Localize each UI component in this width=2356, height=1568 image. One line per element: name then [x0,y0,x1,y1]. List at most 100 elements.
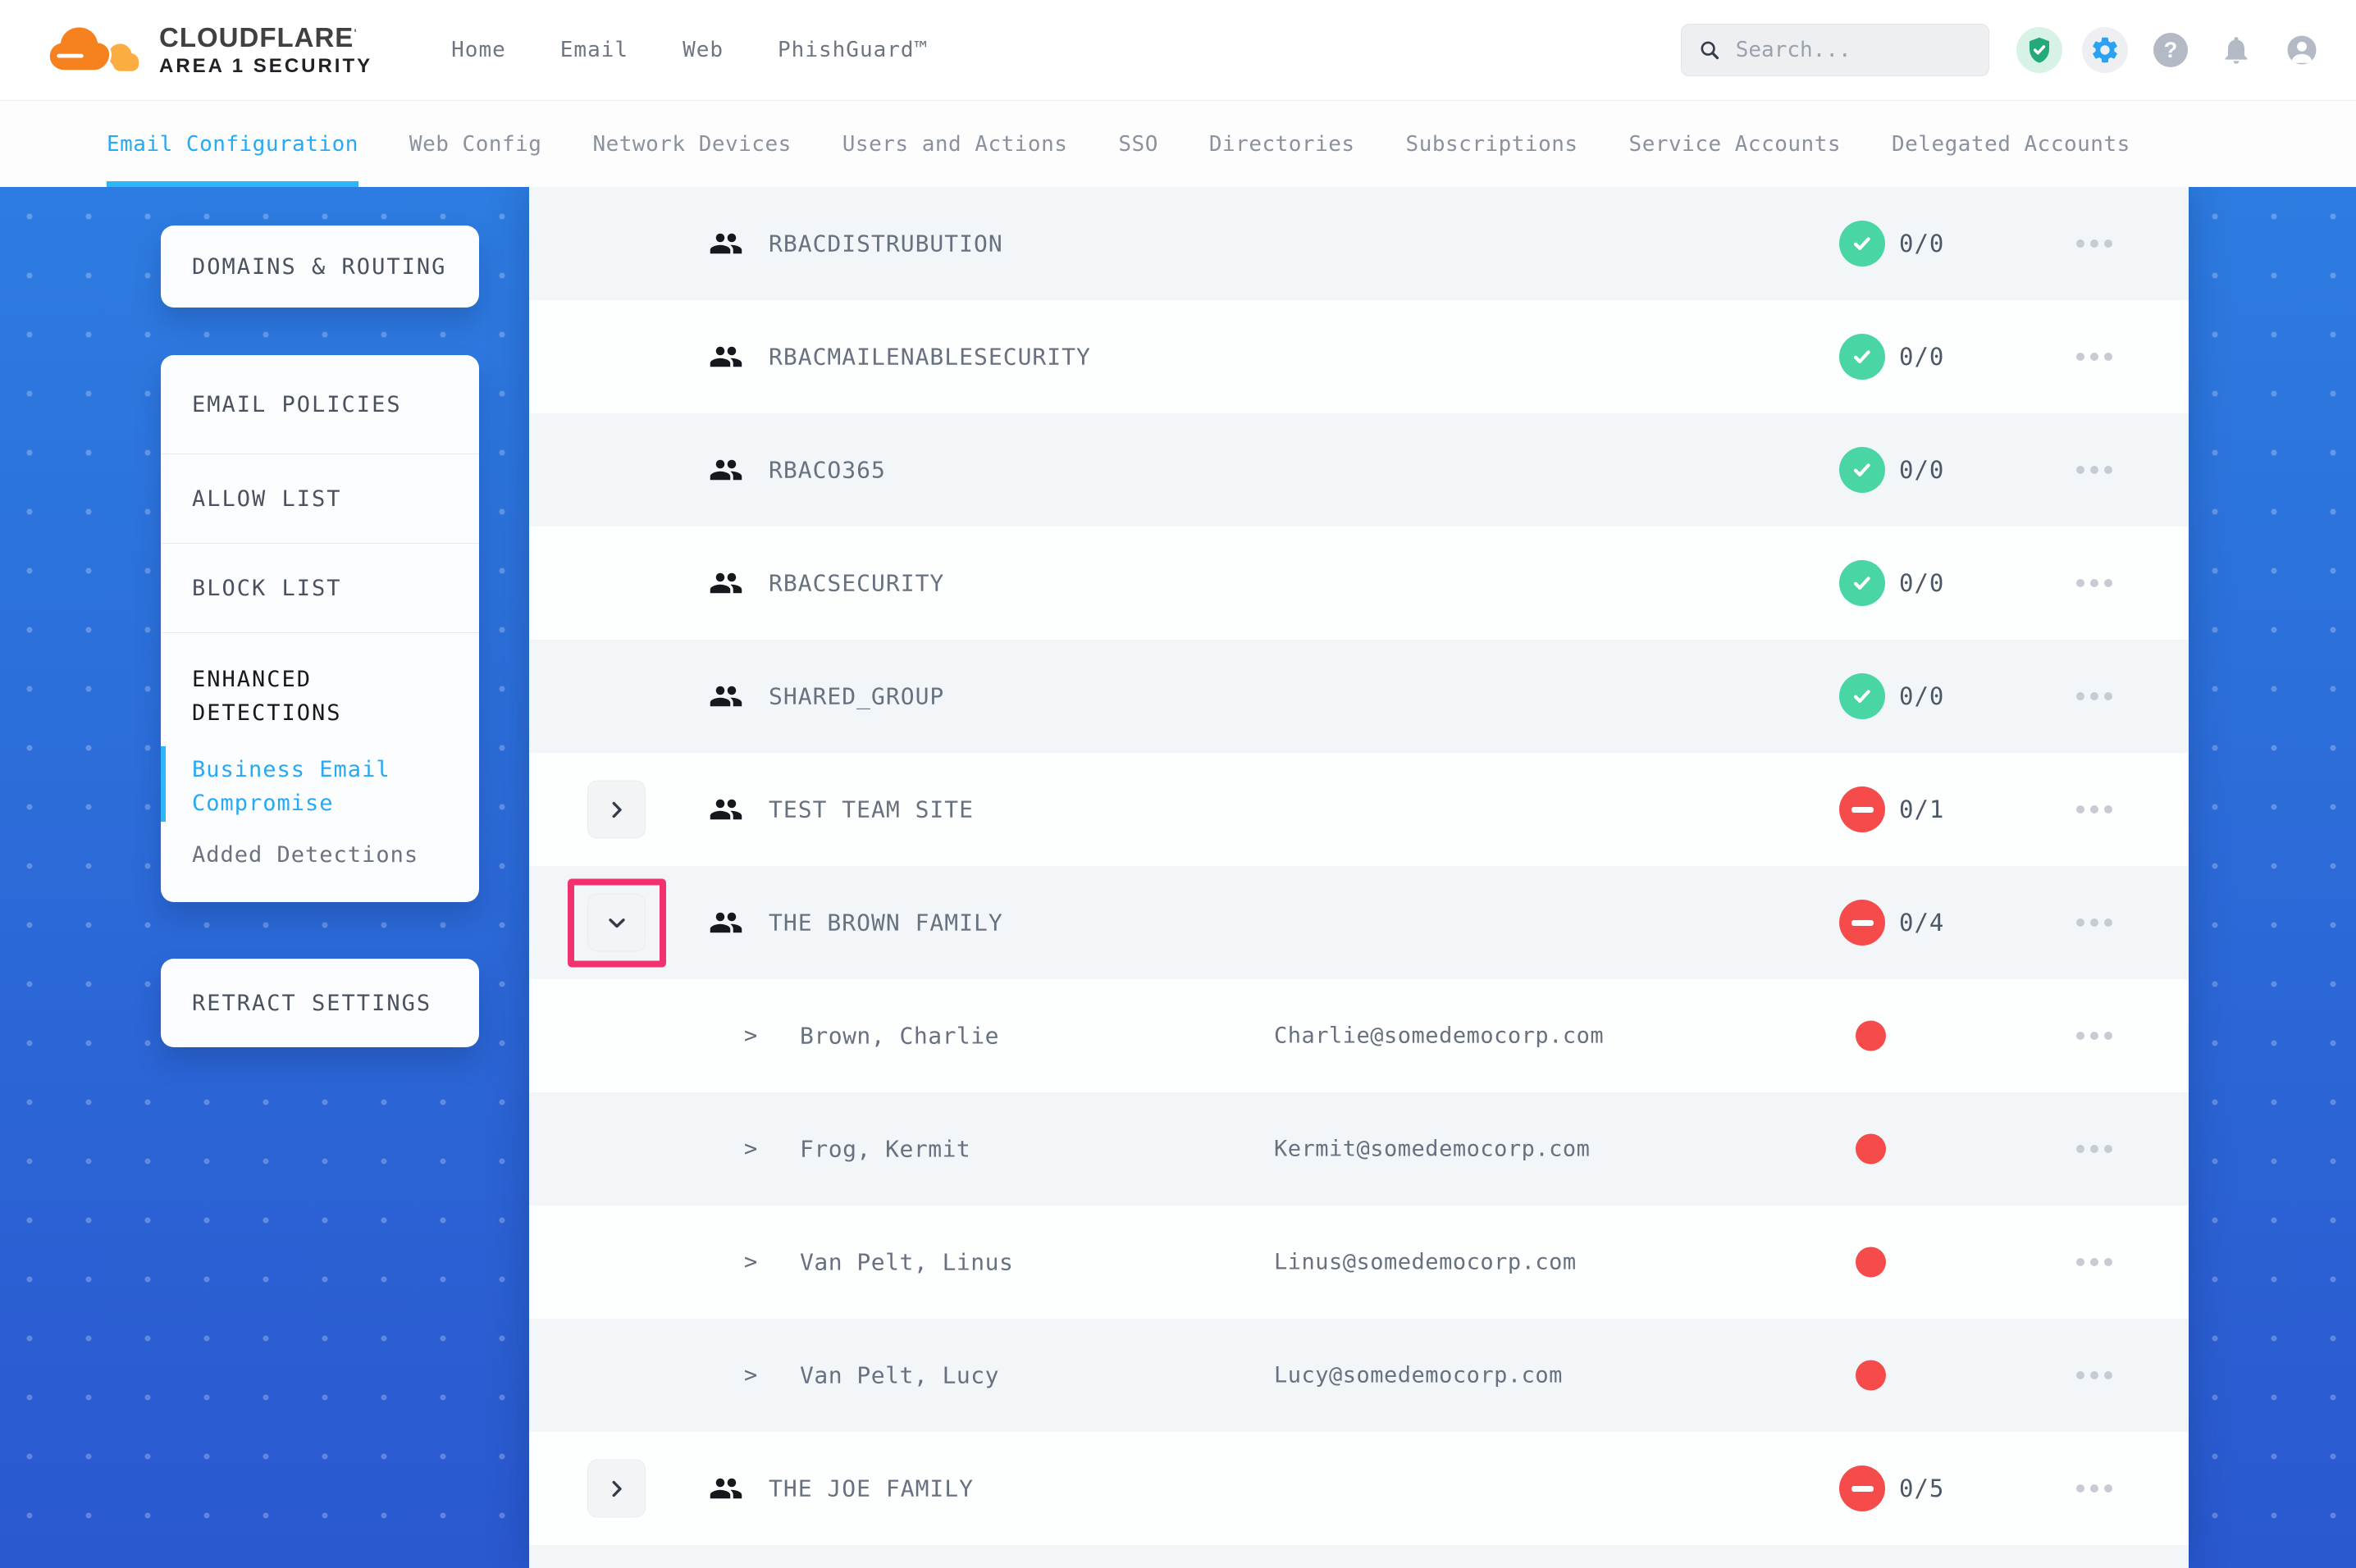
member-chevron-icon[interactable]: > [744,1363,757,1388]
row-menu-button[interactable] [2076,1476,2112,1501]
brand-line2: AREA 1 SECURITY [159,57,372,76]
row-menu-button[interactable] [2076,910,2112,935]
status-ok-badge: 0/0 [1839,221,1944,267]
table-row-group[interactable]: RBACSECURITY 0/0 [529,526,2189,640]
tab-email-configuration[interactable]: Email Configuration [107,101,358,187]
row-menu-button[interactable] [2076,571,2112,595]
expand-group-button[interactable] [587,1460,646,1518]
group-icon [709,679,743,713]
table-row-group[interactable]: RBACO3650/0 [529,413,2189,526]
sidebar-item-label: ALLOW LIST [192,486,342,512]
table-row-member[interactable]: >Van Pelt, LucyLucy@somedemocorp.com [529,1319,2189,1432]
table-row-group[interactable]: RBACDISTRUBUTION0/0 [529,187,2189,300]
row-menu-button[interactable] [2076,458,2112,482]
tab-web-config[interactable]: Web Config [409,101,542,187]
member-count: 0/0 [1899,569,1944,597]
row-menu-button[interactable] [2076,797,2112,822]
group-name: THE BROWN FAMILY [769,909,1003,937]
cloudflare-cloud-logo [46,20,143,80]
check-circle-icon [1839,447,1885,493]
group-name: RBACSECURITY [769,570,944,597]
sidebar-item-business-email-compromise[interactable]: Business Email Compromise [192,753,448,820]
member-count: 0/4 [1899,909,1944,937]
group-name: SHARED_GROUP [769,683,944,710]
member-chevron-icon[interactable]: > [744,1137,757,1162]
help-button[interactable]: ? [2148,27,2194,73]
nav-web[interactable]: Web [683,38,724,62]
search-input[interactable] [1734,37,1972,63]
sidebar-item-allow-list[interactable]: ALLOW LIST [161,454,479,544]
settings-button[interactable] [2082,27,2128,73]
table-row-member[interactable]: >Frog, KermitKermit@somedemocorp.com [529,1092,2189,1206]
table-row-group[interactable]: RBACMAILENABLESECURITY 0/0 [529,300,2189,413]
table-row-group[interactable]: TEST TEAM SITE0/1 [529,753,2189,866]
settings-gear-icon [2089,34,2121,66]
table-row-group[interactable]: SHARED_GROUP 0/0 [529,640,2189,753]
expander-cell [587,781,646,839]
sidebar-item-label: DOMAINS & ROUTING [192,254,446,280]
sidebar-item-retract-settings[interactable]: RETRACT SETTINGS [161,959,479,1047]
nav-phishguard[interactable]: PhishGuard™ [778,38,928,62]
sidebar-item-block-list[interactable]: BLOCK LIST [161,544,479,633]
row-menu-button[interactable] [2076,1137,2112,1161]
member-name: Brown, Charlie [800,1023,999,1050]
status-flag-dot [1856,1021,1886,1051]
tab-directories[interactable]: Directories [1209,101,1355,187]
expand-group-button[interactable] [587,781,646,839]
table-row-member[interactable]: >Van Pelt, LinusLinus@somedemocorp.com [529,1206,2189,1319]
tab-network-devices[interactable]: Network Devices [592,101,791,187]
search-box[interactable] [1681,24,1989,76]
group-name: RBACO365 [769,457,886,484]
status-blocked-badge: 0/5 [1839,1465,1944,1511]
minus-circle-icon [1839,900,1885,946]
sidebar-item-label: RETRACT SETTINGS [192,991,431,1016]
nav-email[interactable]: Email [560,38,628,62]
notifications-button[interactable] [2213,27,2259,73]
row-menu-button[interactable] [2076,1023,2112,1048]
status-blocked-badge: 0/1 [1839,786,1944,832]
tab-sso[interactable]: SSO [1118,101,1157,187]
chevron-down-icon [605,910,629,935]
group-name: RBACMAILENABLESECURITY [769,344,1091,371]
table-row-group[interactable]: THE JOE FAMILY0/5 [529,1432,2189,1545]
row-menu-button[interactable] [2076,684,2112,709]
member-chevron-icon[interactable]: > [744,1250,757,1275]
help-icon: ? [2153,33,2188,67]
status-flag-dot [1856,1361,1886,1391]
group-icon [709,905,743,940]
notifications-bell-icon [2220,34,2253,66]
content-area: DOMAINS & ROUTING EMAIL POLICIES ALLOW L… [0,187,2356,1568]
expander-cell [587,894,646,952]
status-blocked-badge: 0/4 [1839,900,1944,946]
header-nav: Home Email Web PhishGuard™ [451,38,928,62]
tab-delegated-accounts[interactable]: Delegated Accounts [1892,101,2130,187]
tab-subscriptions[interactable]: Subscriptions [1406,101,1578,187]
tab-users-and-actions[interactable]: Users and Actions [842,101,1068,187]
nav-home[interactable]: Home [451,38,506,62]
collapse-group-button[interactable] [587,894,646,952]
search-icon [1698,37,1721,63]
row-menu-button[interactable] [2076,1363,2112,1388]
member-chevron-icon[interactable]: > [744,1023,757,1049]
row-menu-button[interactable] [2076,1250,2112,1274]
row-menu-button[interactable] [2076,231,2112,256]
sidebar-item-domains-routing[interactable]: DOMAINS & ROUTING [161,226,479,308]
status-ok-badge: 0/0 [1839,334,1944,380]
shield-check-button[interactable] [2016,27,2062,73]
status-ok-badge: 0/0 [1839,560,1944,606]
member-name: Frog, Kermit [800,1136,970,1163]
check-circle-icon [1839,334,1885,380]
row-menu-button[interactable] [2076,344,2112,369]
config-tab-bar: Email Configuration Web Config Network Dev… [0,101,2356,187]
sidebar-item-email-policies[interactable]: EMAIL POLICIES [161,355,479,454]
table-row-member[interactable]: >Brown, CharlieCharlie@somedemocorp.com [529,979,2189,1092]
member-email: Linus@somedemocorp.com [1274,1250,1577,1275]
table-row-group[interactable]: THE BROWN FAMILY 0/4 [529,866,2189,979]
member-count: 0/0 [1899,682,1944,710]
sidebar-item-added-detections[interactable]: Added Detections [192,842,448,868]
account-button[interactable] [2279,27,2325,73]
chevron-right-icon [605,1476,629,1501]
shield-check-icon [2025,35,2054,65]
account-icon [2285,33,2319,67]
tab-service-accounts[interactable]: Service Accounts [1629,101,1841,187]
